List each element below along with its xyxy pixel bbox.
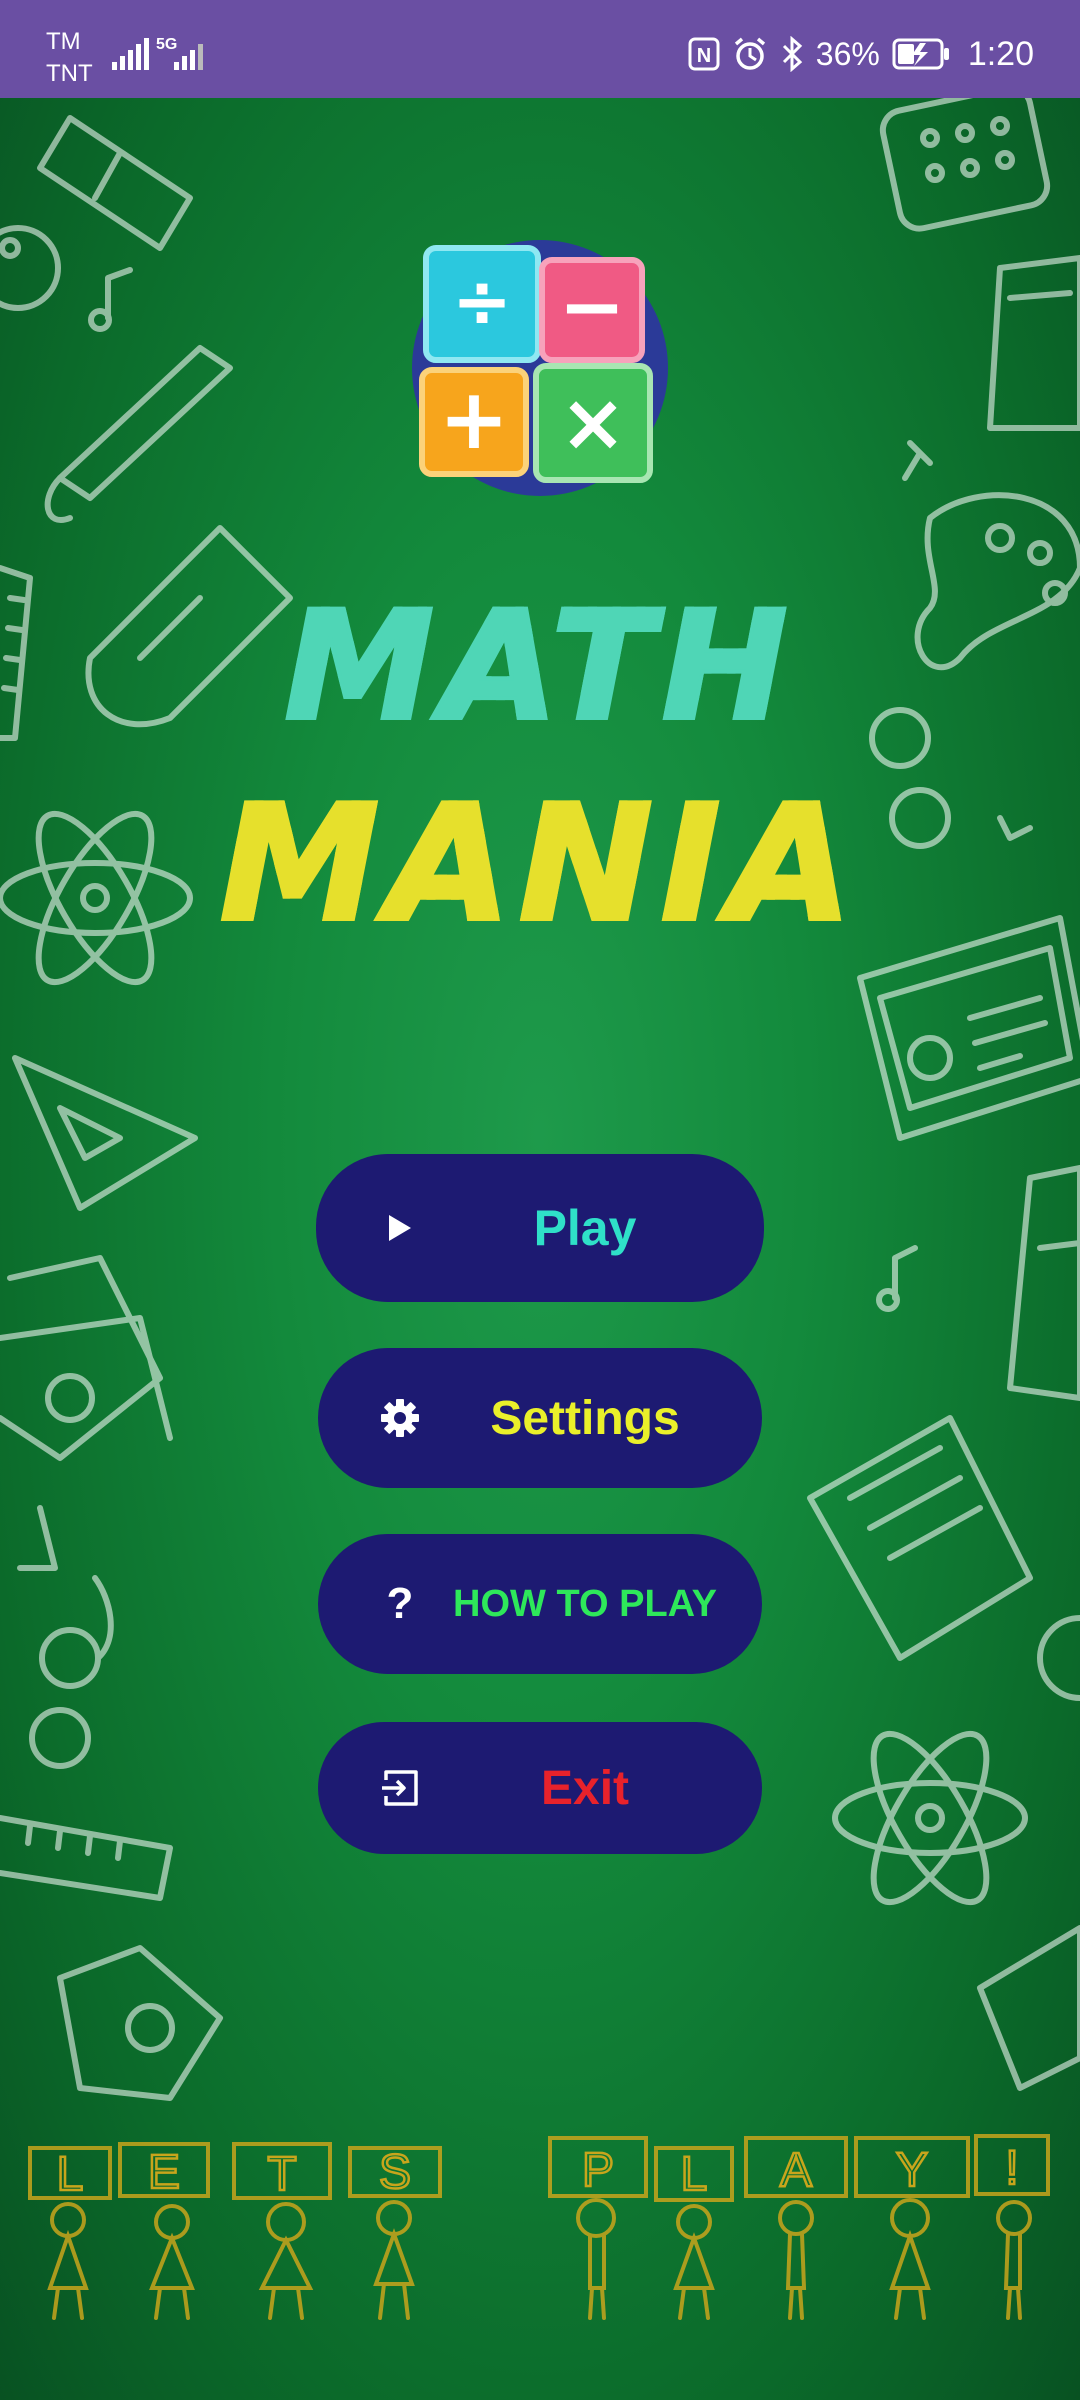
svg-text:N: N: [697, 45, 711, 67]
bluetooth-icon: [782, 36, 802, 72]
exit-label: Exit: [540, 1761, 630, 1815]
app-logo: ÷ − + ×: [412, 240, 668, 496]
title-math-text: MATH: [283, 578, 796, 756]
exit-icon: [378, 1766, 422, 1810]
carrier-1: TM: [46, 28, 81, 55]
play-button[interactable]: Play: [316, 1154, 764, 1302]
times-symbol: ×: [559, 376, 626, 469]
footer-letter-6: L: [681, 2148, 708, 2201]
play-label: Play: [533, 1200, 637, 1256]
plus-symbol: +: [439, 370, 509, 468]
alarm-icon: [734, 37, 765, 70]
footer-letter-4: S: [379, 2146, 411, 2199]
status-bar: TM TNT 5G N 36% 1:20: [0, 0, 1080, 98]
status-right: N 36% 1:20: [688, 34, 1034, 74]
footer-letter-9: !: [1005, 2142, 1018, 2195]
lets-play-kids: L E T S P L A Y !: [28, 2134, 1050, 2320]
battery-percent: 36%: [815, 35, 880, 72]
nfc-icon: N: [688, 37, 720, 71]
settings-button[interactable]: Settings: [318, 1348, 762, 1488]
clock: 1:20: [967, 34, 1034, 73]
title-mania-text: MANIA: [218, 768, 861, 959]
play-icon: [376, 1206, 420, 1250]
how-to-play-label: HOW TO PLAY: [453, 1582, 717, 1625]
how-to-play-button[interactable]: ? HOW TO PLAY: [318, 1534, 762, 1674]
footer-letter-2: E: [148, 2146, 180, 2199]
title-math: MATH: [0, 578, 1080, 756]
divide-symbol: ÷: [452, 259, 512, 343]
carrier-2: TNT: [46, 60, 93, 87]
exit-button[interactable]: Exit: [318, 1722, 762, 1854]
carrier-labels: TM TNT: [46, 26, 106, 90]
question-icon: ?: [386, 1579, 414, 1628]
minus-symbol: −: [558, 260, 625, 353]
footer-letter-8: Y: [896, 2144, 928, 2197]
signal-icon: [112, 38, 149, 70]
footer-letter-1: L: [57, 2148, 84, 2201]
footer-letter-7: A: [780, 2144, 812, 2197]
footer-letter-3: T: [267, 2148, 296, 2201]
title-mania: MANIA: [0, 768, 1080, 959]
battery-charging-icon: [892, 38, 949, 70]
footer-letter-5: P: [582, 2144, 614, 2197]
signal-icon-2: [174, 44, 203, 70]
settings-label: Settings: [490, 1391, 680, 1445]
gear-icon: [378, 1396, 422, 1440]
